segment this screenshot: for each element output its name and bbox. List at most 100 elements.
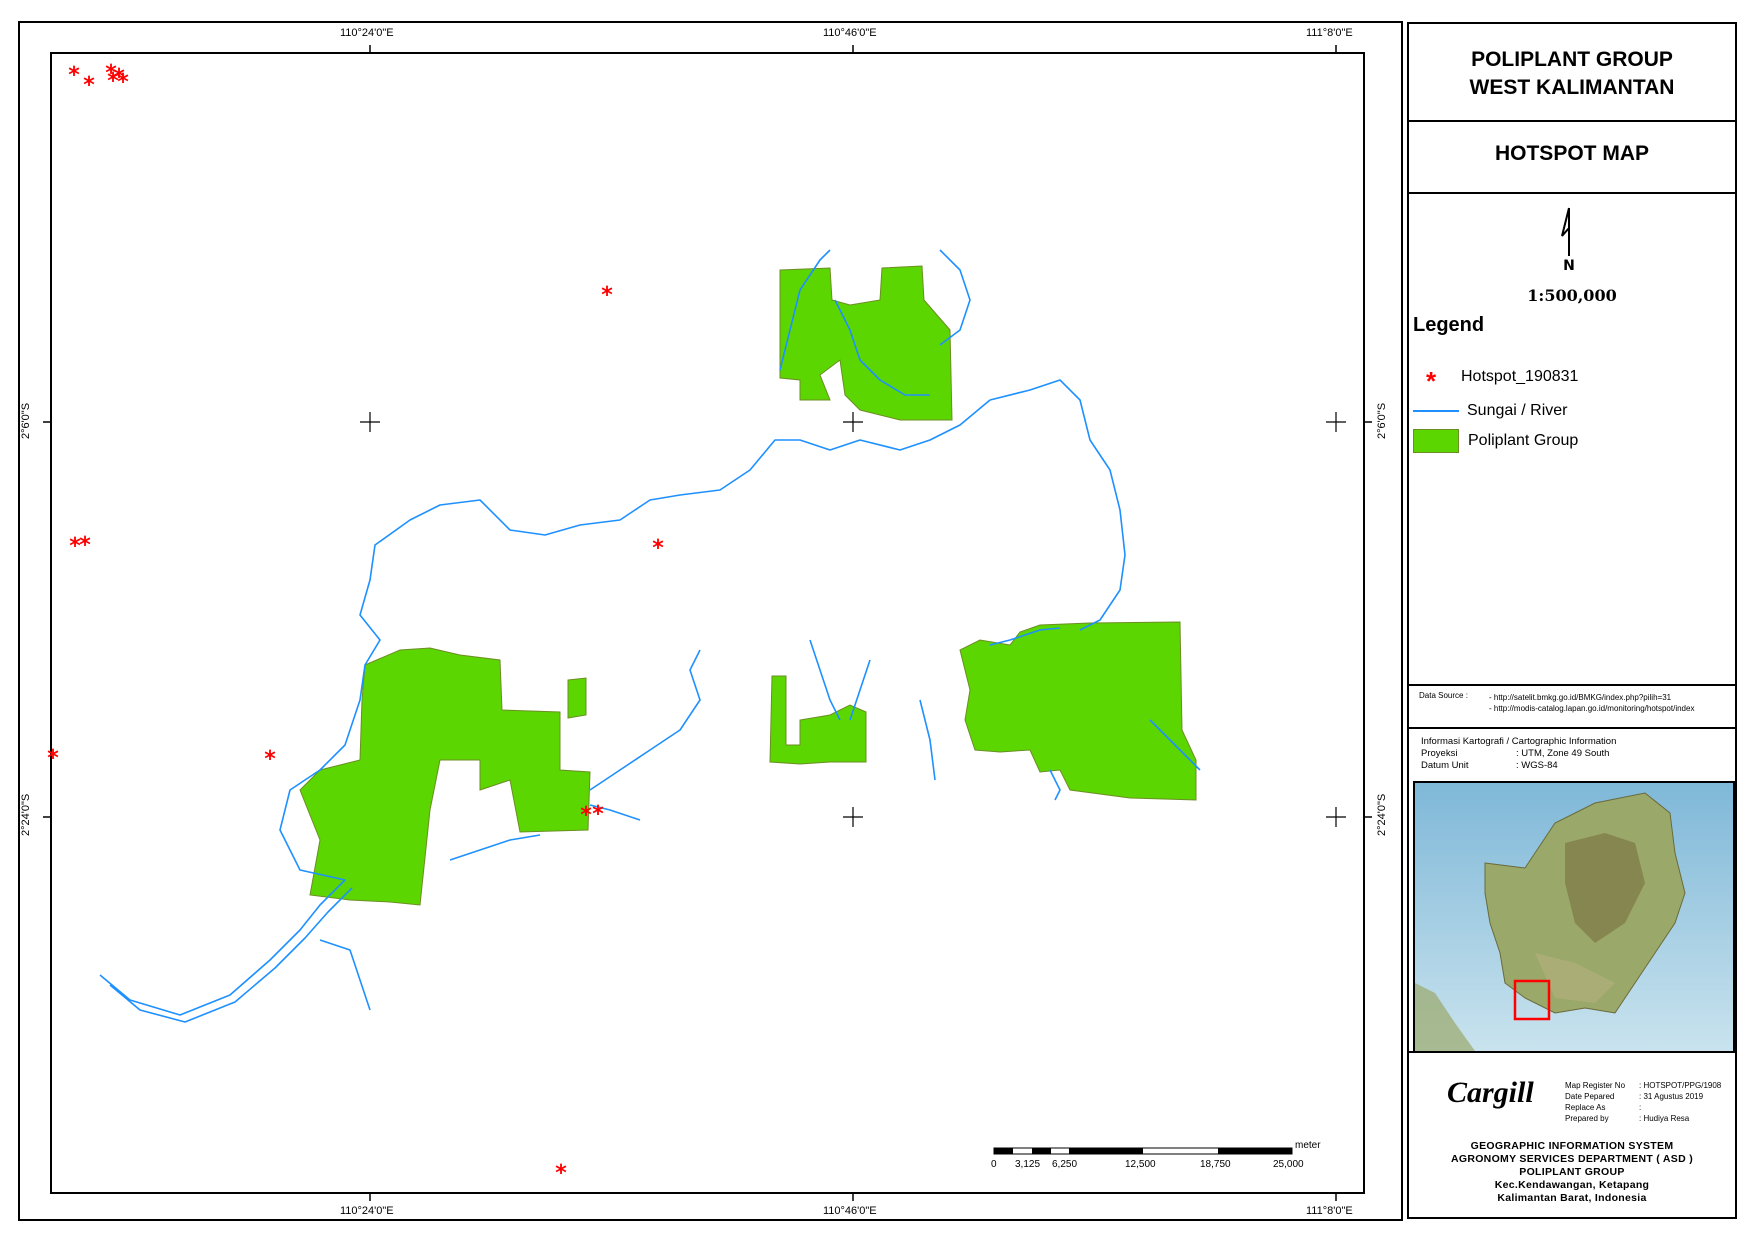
plantation-east [959,621,1197,801]
lon-label-top-2: 110°46'0"E [823,27,877,39]
hotspot-asterisk-icon: * [1425,366,1437,396]
cartographic-rows: Proyeksi : UTM, Zone 49 South Datum Unit… [1421,748,1721,772]
outer-frame [18,21,1403,1221]
scalebar-tick-5: 25,000 [1273,1159,1304,1170]
footer-block: GEOGRAPHIC INFORMATION SYSTEM AGRONOMY S… [1409,1140,1735,1205]
north-label: N [1563,258,1575,274]
hotspot-marker[interactable]: * [652,536,664,561]
river-main-west-bank [109,887,353,1023]
hotspot-marker[interactable]: * [264,747,276,772]
divider [1409,120,1735,122]
data-source-link[interactable]: - http://satelit.bmkg.go.id/BMKG/index.p… [1489,692,1694,703]
river-line-icon [1413,410,1459,412]
legend-item-hotspot: * Hotspot_190831 [1413,364,1579,394]
title-line-2: WEST KALIMANTAN [1469,76,1675,99]
scalebar-tick-4: 18,750 [1200,1159,1231,1170]
plantation-north [779,265,953,421]
plantation-west [299,647,591,906]
inset-map-svg [1415,783,1733,1051]
title-block: POLIPLANT GROUP WEST KALIMANTAN [1409,46,1735,102]
lat-label-left-2: 2°24'0"S [20,793,32,836]
scalebar-tick-2: 6,250 [1052,1159,1078,1170]
register-key: Prepared by [1565,1114,1609,1123]
register-key: Map Register No [1565,1081,1626,1090]
legend-item-plantation: Poliplant Group [1413,428,1578,454]
river-main-east [989,379,1126,631]
cartographic-key: Datum Unit [1421,760,1469,771]
register-row: Date Pepared : 31 Agustus 2019 [1565,1091,1735,1102]
legend-label: Hotspot_190831 [1461,368,1579,385]
register-key: Date Pepared [1565,1092,1615,1101]
scale-ratio: 1:500,000 [1527,286,1617,305]
register-value: : 31 Agustus 2019 [1639,1092,1704,1101]
scalebar-tick-0: 0 [991,1159,997,1170]
divider [1409,192,1735,194]
lon-label-bottom-3: 111°8'0"E [1306,1205,1353,1217]
lon-label-top-1: 110°24'0"E [340,27,394,39]
register-rows: Map Register No : HOTSPOT/PPG/1908 Date P… [1565,1080,1735,1124]
cartographic-row: Datum Unit : WGS-84 [1421,760,1721,772]
scalebar-tick-3: 12,500 [1125,1159,1156,1170]
cartographic-value: : UTM, Zone 49 South [1516,748,1610,759]
data-source-lines: - http://satelit.bmkg.go.id/BMKG/index.p… [1489,692,1694,714]
cargill-logo: Cargill [1447,1076,1534,1109]
scalebar-unit: meter [1295,1140,1321,1151]
legend-label: Sungai / River [1467,402,1568,419]
hotspot-marker[interactable]: * [79,533,91,558]
lon-label-bottom-1: 110°24'0"E [340,1205,394,1217]
footer-line: Kalimantan Barat, Indonesia [1497,1192,1647,1204]
data-source-link[interactable]: - http://modis-catalog.lapan.go.id/monit… [1489,703,1694,714]
plantation-center [769,675,867,765]
hotspot-marker[interactable]: * [68,63,80,88]
river-center-1 [809,639,841,721]
divider [1409,1051,1735,1053]
register-value: : [1639,1103,1642,1112]
footer-line: Kec.Kendawangan, Ketapang [1494,1179,1650,1191]
river-west-branch-3 [449,834,541,861]
footer-line: GEOGRAPHIC INFORMATION SYSTEM [1470,1140,1674,1152]
register-row: Replace As: [1565,1102,1735,1113]
hotspot-marker[interactable]: * [555,1161,567,1186]
hotspot-marker[interactable]: * [117,70,129,95]
footer-line: AGRONOMY SERVICES DEPARTMENT ( ASD ) [1450,1153,1693,1165]
hotspot-marker[interactable]: * [83,73,95,98]
river-center-3 [919,699,936,781]
title-line-1: POLIPLANT GROUP [1471,48,1673,71]
scalebar-tick-1: 3,125 [1015,1159,1041,1170]
legend-item-river: Sungai / River [1413,398,1568,424]
hotspot-marker[interactable]: * [601,283,613,308]
scalebar [993,1147,1293,1155]
hotspot-marker[interactable]: * [580,803,592,828]
register-value: : HOTSPOT/PPG/1908 [1639,1081,1722,1090]
register-value: : Hudiya Resa [1639,1114,1690,1123]
river-west-branch-1 [589,649,701,791]
hotspot-marker[interactable]: * [592,802,604,827]
divider [1409,684,1735,686]
legend-label: Poliplant Group [1468,432,1579,449]
lat-label-right-1: 2°6'0"S [1376,402,1388,440]
cartographic-key: Proyeksi [1421,748,1458,759]
hotspots: * * * * * * * * * * * * * * * [47,61,664,1186]
lat-label-right-2: 2°24'0"S [1376,793,1388,836]
lat-label-left-1: 2°6'0"S [20,402,32,440]
north-arrow-icon: N [1561,207,1575,274]
info-panel: POLIPLANT GROUP WEST KALIMANTAN HOTSPOT … [1407,22,1737,1219]
hotspot-marker[interactable]: * [47,746,59,771]
divider [1409,727,1735,729]
lon-label-top-3: 111°8'0"E [1306,27,1353,39]
map-type-title: HOTSPOT MAP [1494,142,1649,165]
river-south-branch [319,939,371,1011]
cartographic-row: Proyeksi : UTM, Zone 49 South [1421,748,1721,760]
register-row: Prepared by : Hudiya Resa [1565,1113,1735,1124]
plantation-areas [299,265,1197,906]
legend-title: Legend [1413,314,1485,336]
lon-label-bottom-2: 110°46'0"E [823,1205,877,1217]
inset-overview-map[interactable] [1413,781,1735,1053]
river-east-2 [1049,769,1061,801]
cartographic-value: : WGS-84 [1516,760,1558,771]
register-key: Replace As [1565,1103,1606,1112]
plantation-west-strip [567,677,587,719]
register-row: Map Register No : HOTSPOT/PPG/1908 [1565,1080,1735,1091]
cartographic-heading: Informasi Kartografi / Cartographic Info… [1421,736,1617,747]
data-source-label: Data Source : [1419,691,1468,700]
